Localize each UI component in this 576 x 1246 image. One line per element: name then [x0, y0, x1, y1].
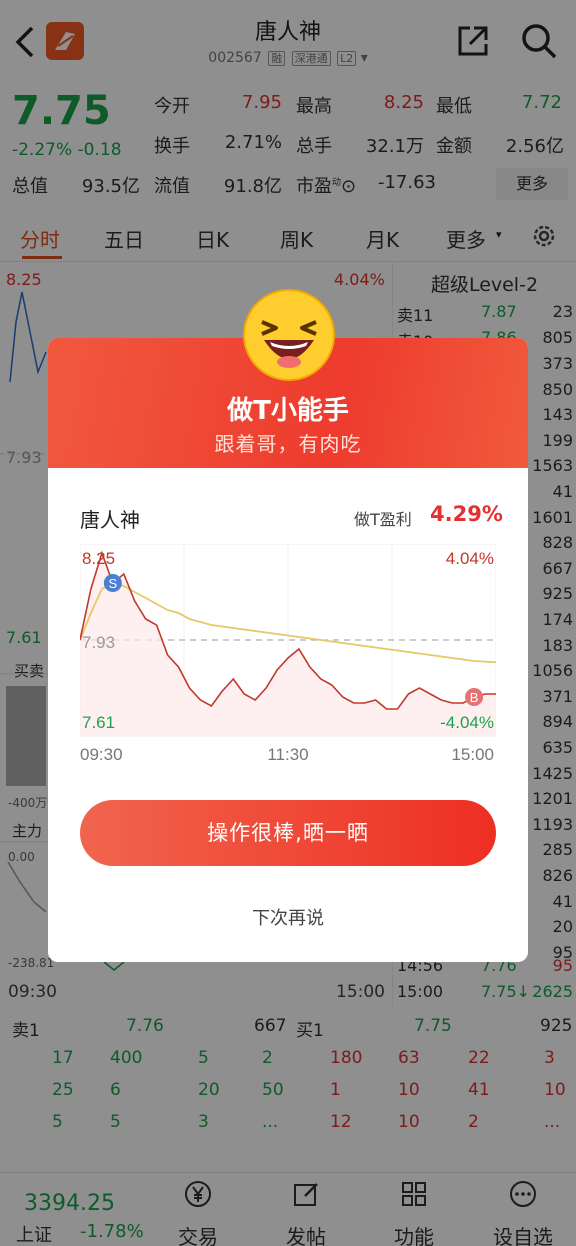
laughing-emoji-icon	[243, 289, 335, 381]
modal-subtitle: 跟着哥，有肉吃	[214, 432, 362, 456]
x-tick-mid: 11:30	[267, 745, 308, 764]
share-result-button[interactable]: 操作很棒,晒一晒	[80, 800, 496, 866]
modal-title: 做T小能手	[227, 396, 349, 426]
sell-marker-label: S	[109, 576, 118, 591]
y-max-label: 8.25	[82, 549, 115, 568]
modal-stock-name: 唐人神	[80, 508, 140, 532]
y-min-label: 7.61	[82, 713, 115, 732]
intraday-mini-chart: S B 8.25 7.93 7.61 4.04% -4.04% 09:30 11:…	[80, 544, 496, 764]
x-tick-end: 15:00	[451, 745, 494, 764]
buy-marker-label: B	[470, 690, 479, 705]
dismiss-later-link[interactable]: 下次再说	[48, 904, 528, 930]
y-mid-label: 7.93	[82, 633, 115, 652]
y-max-pct: 4.04%	[446, 549, 494, 568]
y-min-pct: -4.04%	[440, 713, 494, 732]
t-trade-modal: 做T小能手 跟着哥，有肉吃 唐人神 做T盈利 4.29% S B 8.25 7.9…	[48, 338, 528, 962]
profit-label: 做T盈利	[354, 510, 412, 529]
profit-value: 4.29%	[430, 502, 503, 526]
x-tick-start: 09:30	[80, 745, 123, 764]
